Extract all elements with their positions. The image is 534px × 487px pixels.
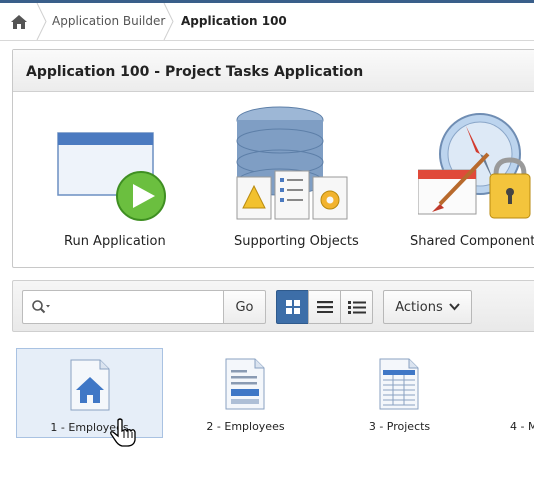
application-panel: Application 100 - Project Tasks Applicat… (12, 49, 534, 268)
report-view-button[interactable] (308, 290, 341, 324)
details-view-button[interactable] (340, 290, 373, 324)
application-header: Application 100 - Project Tasks Applicat… (13, 50, 534, 92)
page-label: 4 - M (510, 420, 534, 433)
home-button[interactable] (0, 3, 38, 40)
actions-label: Actions (395, 299, 443, 315)
go-button[interactable]: Go (223, 290, 266, 324)
page-card[interactable]: 2 - Employees (172, 348, 319, 438)
breadcrumb-application-builder[interactable]: Application Builder (52, 14, 165, 28)
form-page-icon (225, 358, 265, 410)
search-box (22, 290, 224, 324)
search-input[interactable] (57, 296, 217, 318)
page-card[interactable]: 3 - Projects (326, 348, 473, 438)
pages-toolbar: Go Actions (12, 280, 534, 332)
page-title: Application 100 - Project Tasks Applicat… (26, 64, 364, 80)
shared-components-button[interactable]: Shared Components (410, 104, 534, 259)
page-label: 2 - Employees (206, 420, 285, 433)
supporting-objects-label: Supporting Objects (234, 234, 359, 249)
chevron-down-icon (449, 303, 460, 311)
list-icon (316, 301, 333, 313)
supporting-objects-icon (236, 106, 348, 220)
breadcrumb: Application Builder Application 100 (0, 0, 534, 41)
grid-icon (285, 300, 300, 314)
hand-cursor-icon (110, 418, 136, 447)
breadcrumb-current-application: Application 100 (181, 14, 287, 28)
home-page-icon (70, 359, 110, 411)
supporting-objects-button[interactable]: Supporting Objects (234, 104, 361, 259)
run-application-button[interactable]: Run Application (57, 104, 167, 259)
home-icon (11, 14, 27, 29)
page-label: 3 - Projects (368, 420, 431, 433)
actions-menu-button[interactable]: Actions (383, 290, 472, 324)
report-page-icon (379, 358, 419, 410)
breadcrumb-separator-icon (36, 3, 47, 40)
shared-components-label: Shared Components (410, 234, 534, 249)
breadcrumb-separator-icon (163, 3, 174, 40)
run-application-label: Run Application (64, 234, 166, 249)
icons-view-button[interactable] (276, 290, 309, 324)
search-icon[interactable] (31, 299, 51, 315)
shared-components-icon (418, 113, 531, 219)
details-list-icon (347, 300, 366, 314)
page-card[interactable]: 4 - M (480, 348, 534, 438)
run-application-icon (57, 132, 166, 221)
